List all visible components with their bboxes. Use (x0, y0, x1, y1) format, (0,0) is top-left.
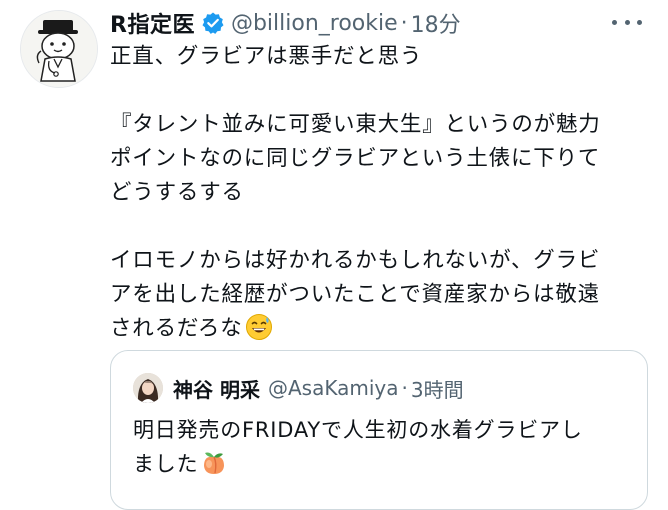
tweet-line: アを出した経歴がついたことで資産家からは敬遠 (110, 282, 600, 307)
quoted-header-separator: · (401, 376, 408, 400)
quoted-tweet-body: 明日発売のFRIDAYで人生初の水着グラビアし ました (133, 413, 633, 481)
tweet-line-last: されるだろな (110, 312, 658, 346)
verified-badge-icon (201, 11, 225, 35)
tweet-header: R指定医 @billion_rookie · 18分 (110, 6, 461, 40)
more-horizontal-icon[interactable] (612, 10, 642, 34)
author-display-name[interactable]: R指定医 (110, 7, 195, 39)
quoted-tweet-line-last: ました (133, 447, 633, 481)
tweet-timestamp[interactable]: 18分 (411, 7, 461, 39)
quoted-tweet-line-text: ました (133, 452, 199, 476)
quoted-author-display-name[interactable]: 神谷 明采 (173, 374, 260, 403)
quoted-avatar-photo-icon (133, 373, 163, 403)
avatar-illustration-icon (21, 11, 97, 87)
author-avatar[interactable] (20, 10, 98, 88)
peach-icon (200, 449, 228, 477)
tweet-line: 『タレント並みに可愛い東大生』というのが魅力 (110, 112, 601, 137)
tweet: R指定医 @billion_rookie · 18分 正直、グラビアは悪手だと思… (0, 0, 668, 510)
tweet-line: イロモノからは好かれるかもしれないが、グラビ (110, 248, 601, 273)
tweet-line: ポイントなのに同じグラビアという土俵に下りて (110, 146, 601, 171)
tweet-line: どうするする (110, 180, 244, 205)
tweet-line: 正直、グラビアは悪手だと思う (110, 44, 423, 69)
quoted-tweet-line: 明日発売のFRIDAYで人生初の水着グラビアし (133, 418, 583, 442)
quoted-tweet-card[interactable]: 神谷 明采 @AsaKamiya · 3時間 明日発売のFRIDAYで人生初の水… (110, 350, 648, 510)
quoted-author-avatar[interactable] (133, 373, 163, 403)
grinning-face-with-sweat-icon (245, 313, 273, 341)
quoted-tweet-timestamp[interactable]: 3時間 (411, 374, 464, 403)
tweet-line-text: されるだろな (110, 316, 243, 341)
header-separator: · (400, 10, 408, 36)
quoted-tweet-header: 神谷 明采 @AsaKamiya · 3時間 (173, 371, 464, 405)
author-handle[interactable]: @billion_rookie (231, 11, 398, 36)
quoted-author-handle[interactable]: @AsaKamiya (268, 376, 399, 400)
tweet-body: 正直、グラビアは悪手だと思う 『タレント並みに可愛い東大生』というのが魅力 ポイ… (110, 40, 658, 346)
